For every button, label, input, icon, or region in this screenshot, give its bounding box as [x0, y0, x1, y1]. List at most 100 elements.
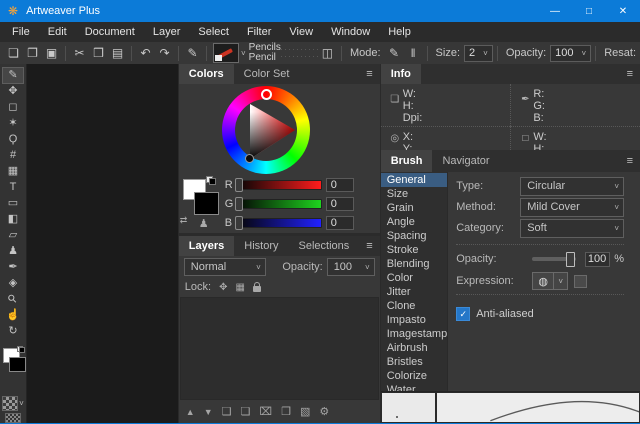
menu-file[interactable]: File [3, 22, 39, 42]
type-dropdown[interactable]: Circular ˅ [520, 177, 624, 196]
layers-list[interactable] [180, 297, 379, 400]
paint-tool[interactable]: ✎ [3, 68, 23, 83]
default-colors-icon[interactable] [206, 176, 216, 185]
brush-cat-bristles[interactable]: Bristles [381, 355, 448, 369]
brush-preset-chevron-icon[interactable]: ˅ [241, 49, 246, 58]
brush-opacity-slider-handle[interactable] [566, 252, 575, 267]
brush-cat-colorize[interactable]: Colorize [381, 369, 448, 383]
menu-edit[interactable]: Edit [39, 22, 76, 42]
brush-preset-thumbnail[interactable] [213, 43, 239, 63]
category-dropdown[interactable]: Soft ˅ [520, 219, 624, 238]
new-group-icon[interactable]: ❑ [222, 407, 232, 418]
brush-cat-spacing[interactable]: Spacing [381, 229, 448, 243]
tab-layers[interactable]: Layers [179, 236, 234, 256]
select-tool[interactable]: ◻ [3, 100, 23, 115]
color-marker[interactable] [245, 154, 254, 163]
brush-cat-size[interactable]: Size [381, 187, 448, 201]
cut-icon[interactable]: ✂ [70, 44, 89, 62]
undo-icon[interactable]: ↶ [136, 44, 155, 62]
background-color-swatch[interactable] [194, 192, 219, 215]
new-layer-icon[interactable]: ❏ [241, 407, 251, 418]
tab-history[interactable]: History [234, 236, 288, 256]
layer-opacity-dropdown[interactable]: 100 ˅ [327, 258, 375, 276]
text-tool[interactable]: T [3, 180, 23, 195]
paste-icon[interactable]: ▤ [108, 44, 127, 62]
mosaic-tool[interactable]: ▦ [3, 164, 23, 179]
brush-cat-grain[interactable]: Grain [381, 201, 448, 215]
red-value-field[interactable]: 0 [326, 178, 354, 192]
lock-transparency-icon[interactable]: ▦ [235, 282, 244, 293]
green-slider[interactable] [236, 199, 322, 209]
background-color-swatch[interactable] [9, 357, 26, 372]
brush-preset-labels[interactable]: Pencils Pencil [249, 43, 281, 63]
canvas[interactable] [26, 64, 178, 423]
brush-cat-blending[interactable]: Blending [381, 257, 448, 271]
lasso-tool[interactable]: Ϙ [3, 132, 23, 147]
open-icon[interactable]: ❐ [23, 44, 42, 62]
menu-view[interactable]: View [280, 22, 322, 42]
redo-icon[interactable]: ↷ [155, 44, 174, 62]
info-panel-menu-icon[interactable]: ≡ [620, 64, 640, 84]
expression-settings-button[interactable] [574, 275, 587, 288]
red-slider[interactable] [236, 180, 322, 190]
brush-opacity-slider[interactable] [532, 257, 576, 261]
lock-all-icon[interactable] [253, 286, 261, 292]
close-button[interactable]: ✕ [606, 0, 640, 22]
tab-info[interactable]: Info [381, 64, 421, 84]
layer-settings-icon[interactable]: ⚙ [319, 407, 329, 418]
menu-filter[interactable]: Filter [238, 22, 280, 42]
gradient-tool[interactable]: ◧ [3, 212, 23, 227]
pattern-chevron-icon[interactable]: ˅ [19, 399, 24, 408]
lock-position-icon[interactable]: ✥ [219, 282, 227, 293]
method-dropdown[interactable]: Mild Cover ˅ [520, 198, 624, 217]
expression-icon[interactable]: ◍ [532, 272, 554, 290]
texture-swatch[interactable] [5, 413, 21, 423]
red-slider-handle[interactable] [235, 178, 243, 192]
maximize-button[interactable]: □ [572, 0, 606, 22]
brush-cat-jitter[interactable]: Jitter [381, 285, 448, 299]
blue-slider[interactable] [236, 218, 322, 228]
brush-panel-menu-icon[interactable]: ≡ [620, 150, 640, 172]
tab-brush[interactable]: Brush [381, 150, 433, 172]
layer-effects-icon[interactable]: ▧ [300, 407, 310, 418]
tab-navigator[interactable]: Navigator [432, 150, 499, 172]
hue-marker[interactable] [261, 89, 272, 100]
brush-tool-icon[interactable]: ✎ [183, 44, 202, 62]
menu-layer[interactable]: Layer [144, 22, 190, 42]
eraser-tool[interactable]: ▱ [3, 228, 23, 243]
menu-document[interactable]: Document [76, 22, 144, 42]
hue-ring[interactable] [222, 86, 310, 174]
fill-tool[interactable]: ◈ [3, 276, 23, 291]
tab-color-set[interactable]: Color Set [234, 64, 300, 84]
save-icon[interactable]: ▣ [42, 44, 61, 62]
layers-panel-menu-icon[interactable]: ≡ [359, 236, 379, 256]
blend-mode-dropdown[interactable]: Normal ˅ [184, 258, 266, 276]
brush-cat-imagestamp[interactable]: Imagestamp [381, 327, 448, 341]
default-colors-icon[interactable] [17, 346, 25, 353]
duplicate-layer-icon[interactable]: ❒ [281, 407, 291, 418]
minimize-button[interactable]: — [538, 0, 572, 22]
blue-slider-handle[interactable] [235, 216, 243, 230]
brush-cat-angle[interactable]: Angle [381, 215, 448, 229]
antialiased-checkbox[interactable]: ✓ [456, 307, 470, 321]
move-tool[interactable]: ✥ [3, 84, 23, 99]
clone-mode-icon[interactable]: ‖ [404, 44, 423, 62]
move-layer-down-icon[interactable]: ▼ [204, 408, 213, 417]
copy-icon[interactable]: ❒ [89, 44, 108, 62]
shape-tool[interactable]: ▭ [3, 196, 23, 211]
menu-help[interactable]: Help [379, 22, 420, 42]
brush-cat-color[interactable]: Color [381, 271, 448, 285]
zoom-tool[interactable]: ⚲ [3, 292, 23, 307]
brush-cat-clone[interactable]: Clone [381, 299, 448, 313]
menu-select[interactable]: Select [189, 22, 238, 42]
brush-cat-general[interactable]: General [381, 173, 448, 187]
tab-selections[interactable]: Selections [289, 236, 360, 256]
green-value-field[interactable]: 0 [326, 197, 354, 211]
size-dropdown[interactable]: 2 ˅ [464, 45, 493, 62]
colors-panel-menu-icon[interactable]: ≡ [359, 64, 379, 84]
menu-window[interactable]: Window [322, 22, 379, 42]
hand-tool[interactable]: ☝ [3, 308, 23, 323]
new-document-icon[interactable]: ❏ [4, 44, 23, 62]
move-layer-up-icon[interactable]: ▲ [186, 408, 195, 417]
eyedropper-tool[interactable]: ✒ [3, 260, 23, 275]
